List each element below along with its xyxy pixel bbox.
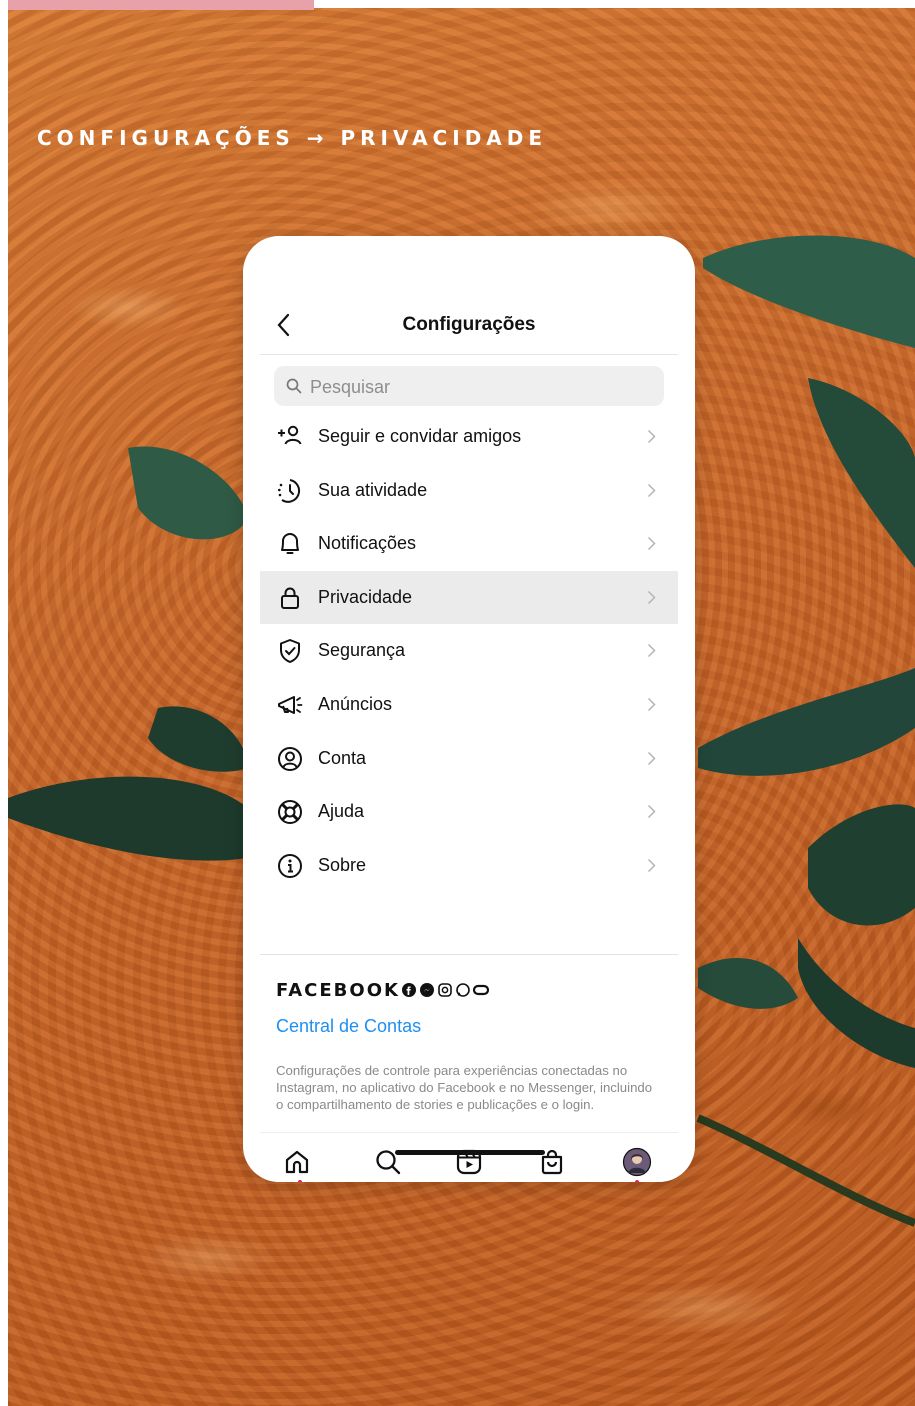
chevron-right-icon — [647, 644, 656, 658]
facebook-label: FACEBOOK — [276, 980, 400, 1001]
menu-item-ads[interactable]: Anúncios — [260, 678, 678, 732]
menu-item-security[interactable]: Segurança — [260, 624, 678, 678]
home-indicator — [395, 1150, 545, 1155]
accounts-center-link[interactable]: Central de Contas — [276, 1016, 421, 1037]
menu-item-label: Seguir e convidar amigos — [318, 426, 522, 446]
search-icon — [286, 378, 302, 394]
chevron-right-icon — [647, 483, 656, 497]
menu-item-privacy[interactable]: Privacidade — [260, 570, 678, 625]
menu-item-label: Segurança — [318, 640, 406, 661]
phone-mockup: Configurações Seguir e convidar amigos — [243, 236, 695, 1182]
pink-tab-accent — [8, 0, 314, 10]
header: Configurações — [260, 298, 678, 355]
chevron-right-icon — [647, 590, 656, 604]
chevron-right-icon — [647, 537, 656, 551]
home-icon[interactable] — [282, 1147, 312, 1177]
menu-item-account[interactable]: Conta — [260, 732, 678, 786]
menu-item-notifications[interactable]: Notificações — [260, 517, 678, 571]
menu-item-activity[interactable]: Sua atividade — [260, 464, 678, 518]
menu-item-help[interactable]: Ajuda — [260, 785, 678, 839]
menu-item-label: Sua atividade — [318, 479, 428, 500]
shield-check-icon — [280, 639, 300, 664]
menu-item-label: Ajuda — [318, 801, 365, 822]
info-icon — [278, 853, 302, 878]
menu-item-label: Anúncios — [318, 693, 393, 714]
breadcrumb: CONFIGURAÇÕES → PRIVACIDADE — [37, 126, 548, 150]
settings-screen: Configurações Seguir e convidar amigos — [260, 298, 678, 1182]
page-title: Configurações — [402, 314, 536, 335]
search-input[interactable] — [308, 366, 652, 408]
settings-menu: Seguir e convidar amigos Sua atividade N… — [260, 410, 678, 892]
section-divider — [260, 954, 678, 955]
chevron-right-icon — [647, 805, 656, 819]
chevron-right-icon — [647, 751, 656, 765]
activity-clock-icon — [278, 478, 301, 503]
chevron-right-icon — [647, 429, 656, 444]
menu-item-label: Sobre — [318, 854, 367, 875]
menu-item-label: Conta — [318, 747, 367, 768]
account-circle-icon — [278, 746, 302, 771]
notification-dot — [298, 1180, 302, 1182]
portal-logo-icon — [472, 984, 490, 996]
accounts-center-description: Configurações de controle para experiênc… — [276, 1063, 653, 1112]
profile-avatar[interactable] — [622, 1147, 652, 1177]
chevron-right-icon — [647, 697, 656, 711]
bell-icon — [281, 533, 299, 555]
bottom-tab-bar — [260, 1132, 678, 1182]
lifebuoy-icon — [278, 800, 302, 825]
menu-item-about[interactable]: Sobre — [260, 839, 678, 893]
search-bar[interactable] — [274, 366, 664, 408]
add-person-icon — [278, 425, 302, 445]
megaphone-icon — [278, 695, 303, 714]
notification-dot — [635, 1180, 639, 1182]
chevron-right-icon — [647, 858, 656, 872]
instagram-logo-icon — [438, 983, 452, 997]
menu-item-label: Privacidade — [318, 586, 413, 607]
meta-apps-icons — [402, 983, 490, 997]
menu-item-label: Notificações — [318, 533, 417, 554]
lock-icon — [281, 587, 299, 609]
menu-item-follow-invite[interactable]: Seguir e convidar amigos — [260, 410, 678, 464]
